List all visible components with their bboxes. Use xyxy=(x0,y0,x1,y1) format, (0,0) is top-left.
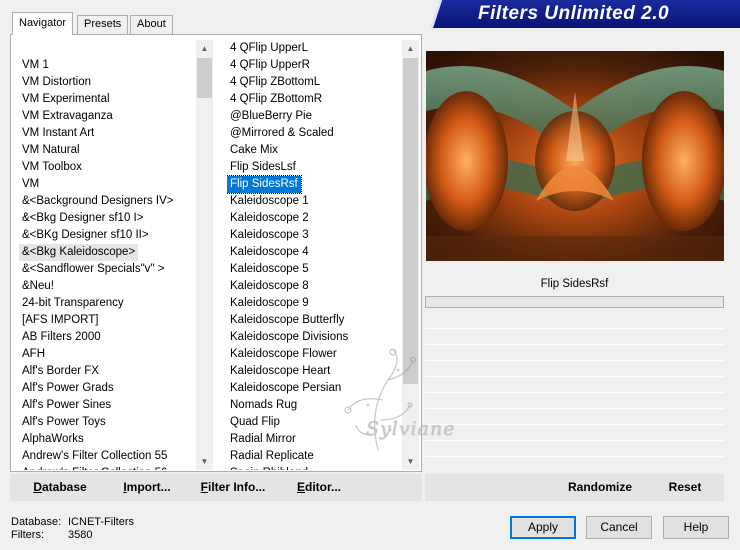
list-item[interactable]: Spain Rhiblend xyxy=(227,465,311,470)
list-item[interactable]: Kaleidoscope 9 xyxy=(227,295,312,312)
list-item[interactable]: VM Distortion xyxy=(19,74,94,91)
list-item[interactable]: Alf's Power Toys xyxy=(19,414,109,431)
list-item[interactable]: Radial Replicate xyxy=(227,448,317,465)
list-item[interactable]: VM Natural xyxy=(19,142,83,159)
list-item[interactable]: VM Extravaganza xyxy=(19,108,116,125)
list-item[interactable]: VM Instant Art xyxy=(19,125,97,142)
parameter-area xyxy=(425,308,724,468)
database-label: Database: xyxy=(11,516,62,528)
list-item[interactable]: VM 1 xyxy=(19,57,52,74)
list-item[interactable]: Kaleidoscope Divisions xyxy=(227,329,351,346)
category-list[interactable]: VM 1 VM Distortion VM Experimental VM Extra… xyxy=(19,40,197,470)
list-item[interactable]: VM xyxy=(19,176,42,193)
filter-scrollbar[interactable]: ▲ ▼ xyxy=(402,40,419,470)
list-item[interactable]: Kaleidoscope 8 xyxy=(227,278,312,295)
list-item[interactable]: VM Experimental xyxy=(19,91,113,108)
preview-image xyxy=(426,51,724,261)
list-item[interactable]: Kaleidoscope Persian xyxy=(227,380,344,397)
list-item[interactable]: Kaleidoscope 4 xyxy=(227,244,312,261)
list-item[interactable]: Kaleidoscope Butterfly xyxy=(227,312,347,329)
list-item[interactable]: 4 QFlip UpperR xyxy=(227,57,313,74)
progress-bar xyxy=(425,296,724,308)
tab-presets[interactable]: Presets xyxy=(77,15,129,34)
list-item[interactable]: Nomads Rug xyxy=(227,397,300,414)
list-item[interactable]: Kaleidoscope 3 xyxy=(227,227,312,244)
list-item[interactable]: AlphaWorks xyxy=(19,431,87,448)
list-item[interactable]: Alf's Border FX xyxy=(19,363,102,380)
scroll-up-icon[interactable]: ▲ xyxy=(196,40,213,57)
list-item[interactable]: Radial Mirror xyxy=(227,431,299,448)
list-item[interactable]: &Neu! xyxy=(19,278,57,295)
database-value: ICNET-Filters xyxy=(68,516,134,528)
list-item[interactable]: &<Bkg Kaleidoscope> xyxy=(19,244,139,261)
list-item[interactable]: AB Filters 2000 xyxy=(19,329,104,346)
scroll-down-icon[interactable]: ▼ xyxy=(196,453,213,470)
app-title: Filters Unlimited 2.0 xyxy=(478,3,670,24)
list-item[interactable]: &<Background Designers IV> xyxy=(19,193,177,210)
list-item[interactable]: 4 QFlip ZBottomR xyxy=(227,91,325,108)
list-item[interactable]: &<BKg Designer sf10 II> xyxy=(19,227,152,244)
filter-list[interactable]: 4 QFlip UpperL 4 QFlip UpperR 4 QFlip ZBot… xyxy=(227,40,403,470)
category-scrollbar[interactable]: ▲ ▼ xyxy=(196,40,213,470)
list-item[interactable]: @Mirrored & Scaled xyxy=(227,125,337,142)
list-item[interactable]: Andrew's Filter Collection 56 xyxy=(19,465,170,470)
list-item[interactable]: Alf's Power Sines xyxy=(19,397,114,414)
list-item[interactable]: AFH xyxy=(19,346,48,363)
cancel-button[interactable]: Cancel xyxy=(586,516,652,539)
database-button[interactable]: Database xyxy=(25,474,95,501)
list-item[interactable]: 24-bit Transparency xyxy=(19,295,127,312)
tab-about[interactable]: About xyxy=(130,15,173,34)
filters-label: Filters: xyxy=(11,529,44,541)
list-item[interactable]: Kaleidoscope Heart xyxy=(227,363,333,380)
list-item[interactable]: Andrew's Filter Collection 55 xyxy=(19,448,170,465)
list-item[interactable]: @BlueBerry Pie xyxy=(227,108,315,125)
list-item[interactable]: Kaleidoscope 1 xyxy=(227,193,312,210)
list-item[interactable]: Alf's Power Grads xyxy=(19,380,117,397)
filters-count: 3580 xyxy=(68,529,93,541)
list-item[interactable]: &<Sandflower Specials"v" > xyxy=(19,261,167,278)
scroll-thumb[interactable] xyxy=(403,58,418,384)
list-item[interactable]: Flip SidesLsf xyxy=(227,159,299,176)
import-button[interactable]: Import... xyxy=(118,474,176,501)
list-item[interactable]: Kaleidoscope 5 xyxy=(227,261,312,278)
selected-filter-name: Flip SidesRsf xyxy=(540,278,609,290)
scroll-thumb[interactable] xyxy=(197,58,212,98)
help-button[interactable]: Help xyxy=(663,516,729,539)
list-item[interactable]: Kaleidoscope 2 xyxy=(227,210,312,227)
list-item[interactable]: &<Bkg Designer sf10 I> xyxy=(19,210,146,227)
scroll-up-icon[interactable]: ▲ xyxy=(402,40,419,57)
list-item[interactable]: Cake Mix xyxy=(227,142,281,159)
tab-navigator[interactable]: Navigator xyxy=(12,12,74,35)
list-item[interactable]: Quad Flip xyxy=(227,414,283,431)
list-item[interactable]: VM Toolbox xyxy=(19,159,85,176)
list-item[interactable]: 4 QFlip ZBottomL xyxy=(227,74,323,91)
randomize-button[interactable]: Randomize xyxy=(560,474,640,501)
apply-button[interactable]: Apply xyxy=(510,516,576,539)
list-item[interactable]: [AFS IMPORT] xyxy=(19,312,101,329)
reset-button[interactable]: Reset xyxy=(660,474,710,501)
editor-button[interactable]: Editor... xyxy=(293,474,345,501)
list-item[interactable]: Flip SidesRsf xyxy=(227,175,302,194)
scroll-down-icon[interactable]: ▼ xyxy=(402,453,419,470)
list-item[interactable]: Kaleidoscope Flower xyxy=(227,346,340,363)
filter-info-button[interactable]: Filter Info... xyxy=(198,474,268,501)
list-item[interactable]: 4 QFlip UpperL xyxy=(227,40,311,57)
